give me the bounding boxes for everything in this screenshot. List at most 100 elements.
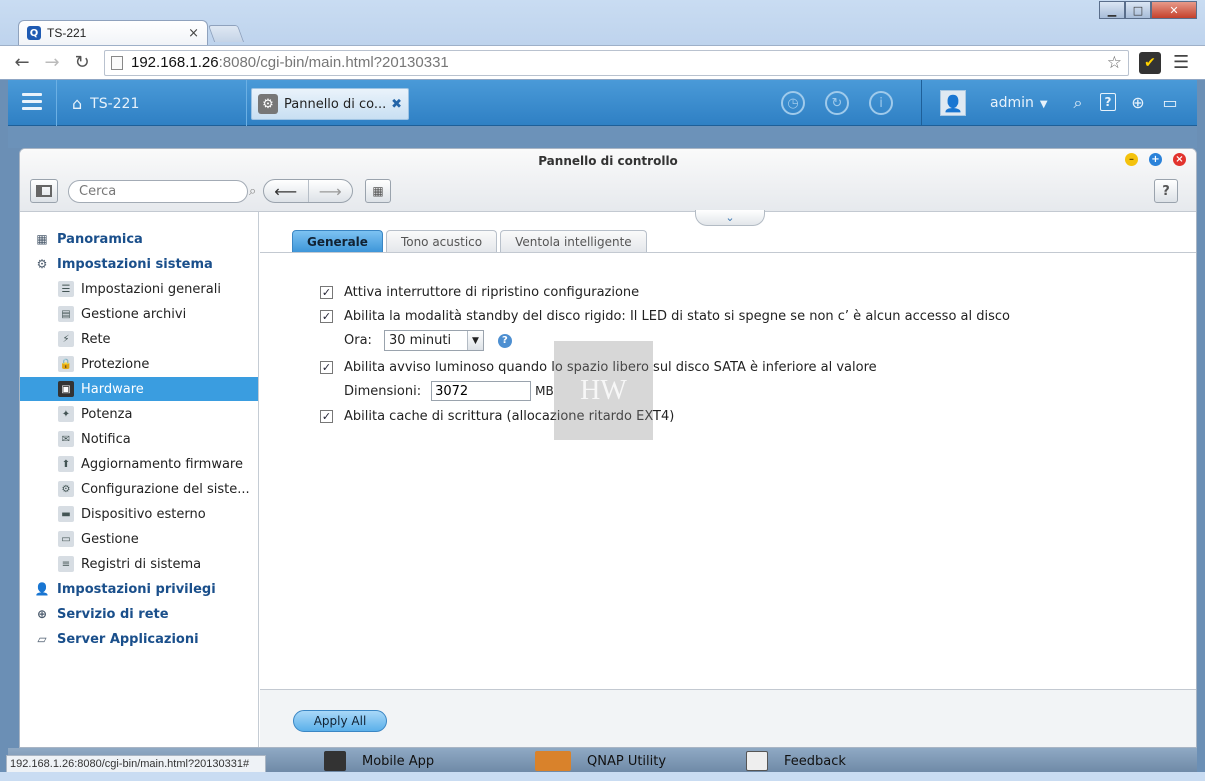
browser-tab[interactable]: Q TS-221 × <box>18 20 208 45</box>
language-globe-icon[interactable]: ⊕ <box>1128 93 1148 113</box>
sidebar-item-gestione[interactable]: ▭ Gestione <box>20 527 258 551</box>
forward-button[interactable]: ⟶ <box>309 180 353 202</box>
taskbar-app-control-panel[interactable]: ⚙ Pannello di co... ✖ <box>251 88 409 120</box>
sidebar-item-impostazioni-privilegi[interactable]: 👤 Impostazioni privilegi <box>20 577 258 601</box>
option-ora: Ora: 30 minuti ▼ ? <box>344 330 512 351</box>
apply-all-button[interactable]: Apply All <box>293 710 387 732</box>
extension-icon[interactable]: ✔ <box>1139 51 1161 74</box>
sidebar-item-label: Gestione <box>81 531 139 547</box>
close-app-icon[interactable]: ✖ <box>391 97 402 112</box>
firmware-icon: ⬆ <box>58 456 74 472</box>
sidebar: ▦ Panoramica ⚙ Impostazioni sistema ☰ Im… <box>20 212 259 747</box>
log-icon: ≡ <box>58 556 74 572</box>
sidebar-item-registri-sistema[interactable]: ≡ Registri di sistema <box>20 552 258 576</box>
page-icon <box>111 55 123 70</box>
search-icon[interactable]: ⌕ <box>1068 93 1088 113</box>
address-bar[interactable]: 192.168.1.26 :8080/cgi-bin/main.html?201… <box>104 49 1129 76</box>
close-window-button[interactable]: ✕ <box>1151 1 1197 19</box>
sidebar-item-impostazioni-sistema[interactable]: ⚙ Impostazioni sistema <box>20 252 258 276</box>
external-device-icon: ▬ <box>58 506 74 522</box>
sidebar-item-protezione[interactable]: 🔒 Protezione <box>20 352 258 376</box>
sidebar-toggle-button[interactable] <box>30 179 58 203</box>
minimize-icon[interactable]: – <box>1125 153 1138 166</box>
clock-icon[interactable]: ◷ <box>781 91 805 115</box>
control-panel-icon: ⚙ <box>258 94 278 114</box>
sidebar-item-dispositivo-esterno[interactable]: ▬ Dispositivo esterno <box>20 502 258 526</box>
maximize-window-button[interactable]: □ <box>1125 1 1151 19</box>
dimensioni-input[interactable] <box>431 381 532 401</box>
tab-generale[interactable]: Generale <box>292 230 383 252</box>
sidebar-item-rete[interactable]: ⚡ Rete <box>20 327 258 351</box>
tab-ventola-intelligente[interactable]: Ventola intelligente <box>500 230 647 252</box>
dimensioni-label: Dimensioni: <box>344 383 422 399</box>
content-area: ⌄ Generale Tono acustico Ventola intelli… <box>260 210 1196 747</box>
sidebar-item-gestione-archivi[interactable]: ▤ Gestione archivi <box>20 302 258 326</box>
window-controls: ▁ □ ✕ <box>1099 1 1197 19</box>
dock-item-mobile-app[interactable]: Mobile App <box>324 751 434 771</box>
qnap-utility-icon <box>535 751 571 771</box>
avatar[interactable]: 👤 <box>940 90 966 116</box>
url-path: :8080/cgi-bin/main.html?20130331 <box>218 54 449 71</box>
ora-label: Ora: <box>344 333 372 348</box>
monitor-icon: ▭ <box>58 531 74 547</box>
sidebar-item-aggiornamento-firmware[interactable]: ⬆ Aggiornamento firmware <box>20 452 258 476</box>
new-tab-button[interactable] <box>207 25 245 42</box>
search-input[interactable] <box>79 184 249 199</box>
write-cache-checkbox[interactable]: ✓ <box>320 410 333 423</box>
divider <box>921 80 922 126</box>
sidebar-item-label: Dispositivo esterno <box>81 506 206 522</box>
sidebar-item-potenza[interactable]: ✦ Potenza <box>20 402 258 426</box>
browser-status-bar: 192.168.1.26:8080/cgi-bin/main.html?2013… <box>6 755 266 773</box>
chevron-down-icon: ▼ <box>1039 99 1048 110</box>
taskbar-app-title: Pannello di co... <box>284 96 387 112</box>
dock-item-feedback[interactable]: Feedback <box>746 751 846 771</box>
bulb-icon: ✦ <box>58 406 74 422</box>
close-tab-icon[interactable]: × <box>188 26 199 41</box>
gear-icon: ⚙ <box>36 257 48 271</box>
search-field[interactable]: ⌕ <box>68 180 256 203</box>
app-grid-button[interactable]: ▦ <box>365 179 391 203</box>
help-icon[interactable]: ? <box>497 333 512 348</box>
info-icon[interactable]: i <box>869 91 893 115</box>
ora-select[interactable]: 30 minuti ▼ <box>383 330 484 351</box>
sidebar-item-servizio-di-rete[interactable]: ⊕ Servizio di rete <box>20 602 258 626</box>
standby-checkbox[interactable]: ✓ <box>320 310 333 323</box>
minimize-window-button[interactable]: ▁ <box>1099 1 1125 19</box>
storage-icon: ▤ <box>58 306 74 322</box>
collapse-handle-chevron-down-icon[interactable]: ⌄ <box>695 210 765 226</box>
sidebar-item-configurazione-sistema[interactable]: ⚙ Configurazione del siste... <box>20 477 258 501</box>
reset-switch-checkbox[interactable]: ✓ <box>320 286 333 299</box>
reload-icon[interactable]: ↻ <box>70 52 94 73</box>
back-arrow-icon[interactable]: ← <box>10 52 34 73</box>
tab-tono-acustico[interactable]: Tono acustico <box>385 230 498 252</box>
sidebar-item-server-applicazioni[interactable]: ▱ Server Applicazioni <box>20 627 258 651</box>
user-menu[interactable]: admin ▼ <box>990 95 1048 111</box>
divider <box>246 80 247 126</box>
help-button[interactable]: ? <box>1154 179 1178 203</box>
browser-menu-icon[interactable]: ☰ <box>1173 52 1189 73</box>
sidebar-item-hardware[interactable]: ▣ Hardware <box>20 377 258 401</box>
chevron-down-icon: ▼ <box>466 331 483 350</box>
help-icon[interactable]: ? <box>1100 93 1116 111</box>
bookmark-star-icon[interactable]: ☆ <box>1107 53 1122 73</box>
status-icons: ◷ ↻ i <box>781 91 913 115</box>
back-button[interactable]: ⟵ <box>264 180 309 202</box>
home-button[interactable]: ⌂ TS-221 <box>72 94 139 113</box>
desktop-icon[interactable]: ▭ <box>1160 93 1180 113</box>
forward-arrow-icon[interactable]: → <box>40 52 64 73</box>
sidebar-item-notifica[interactable]: ✉ Notifica <box>20 427 258 451</box>
low-space-checkbox[interactable]: ✓ <box>320 361 333 374</box>
dock-item-qnap-utility[interactable]: QNAP Utility <box>535 751 666 771</box>
globe-icon: ⊕ <box>36 607 48 621</box>
sidebar-item-label: Potenza <box>81 406 133 422</box>
grid-icon: ▦ <box>36 232 48 246</box>
close-icon[interactable]: × <box>1173 153 1186 166</box>
browser-toolbar: ← → ↻ 192.168.1.26 :8080/cgi-bin/main.ht… <box>0 45 1205 79</box>
sidebar-item-impostazioni-generali[interactable]: ☰ Impostazioni generali <box>20 277 258 301</box>
lock-icon: 🔒 <box>58 356 74 372</box>
window-header: Pannello di controllo – + × ⌕ ⟵ ⟶ ▦ ? <box>20 149 1196 212</box>
main-menu-icon[interactable] <box>22 93 42 111</box>
sync-icon[interactable]: ↻ <box>825 91 849 115</box>
sidebar-item-panoramica[interactable]: ▦ Panoramica <box>20 227 258 251</box>
maximize-icon[interactable]: + <box>1149 153 1162 166</box>
